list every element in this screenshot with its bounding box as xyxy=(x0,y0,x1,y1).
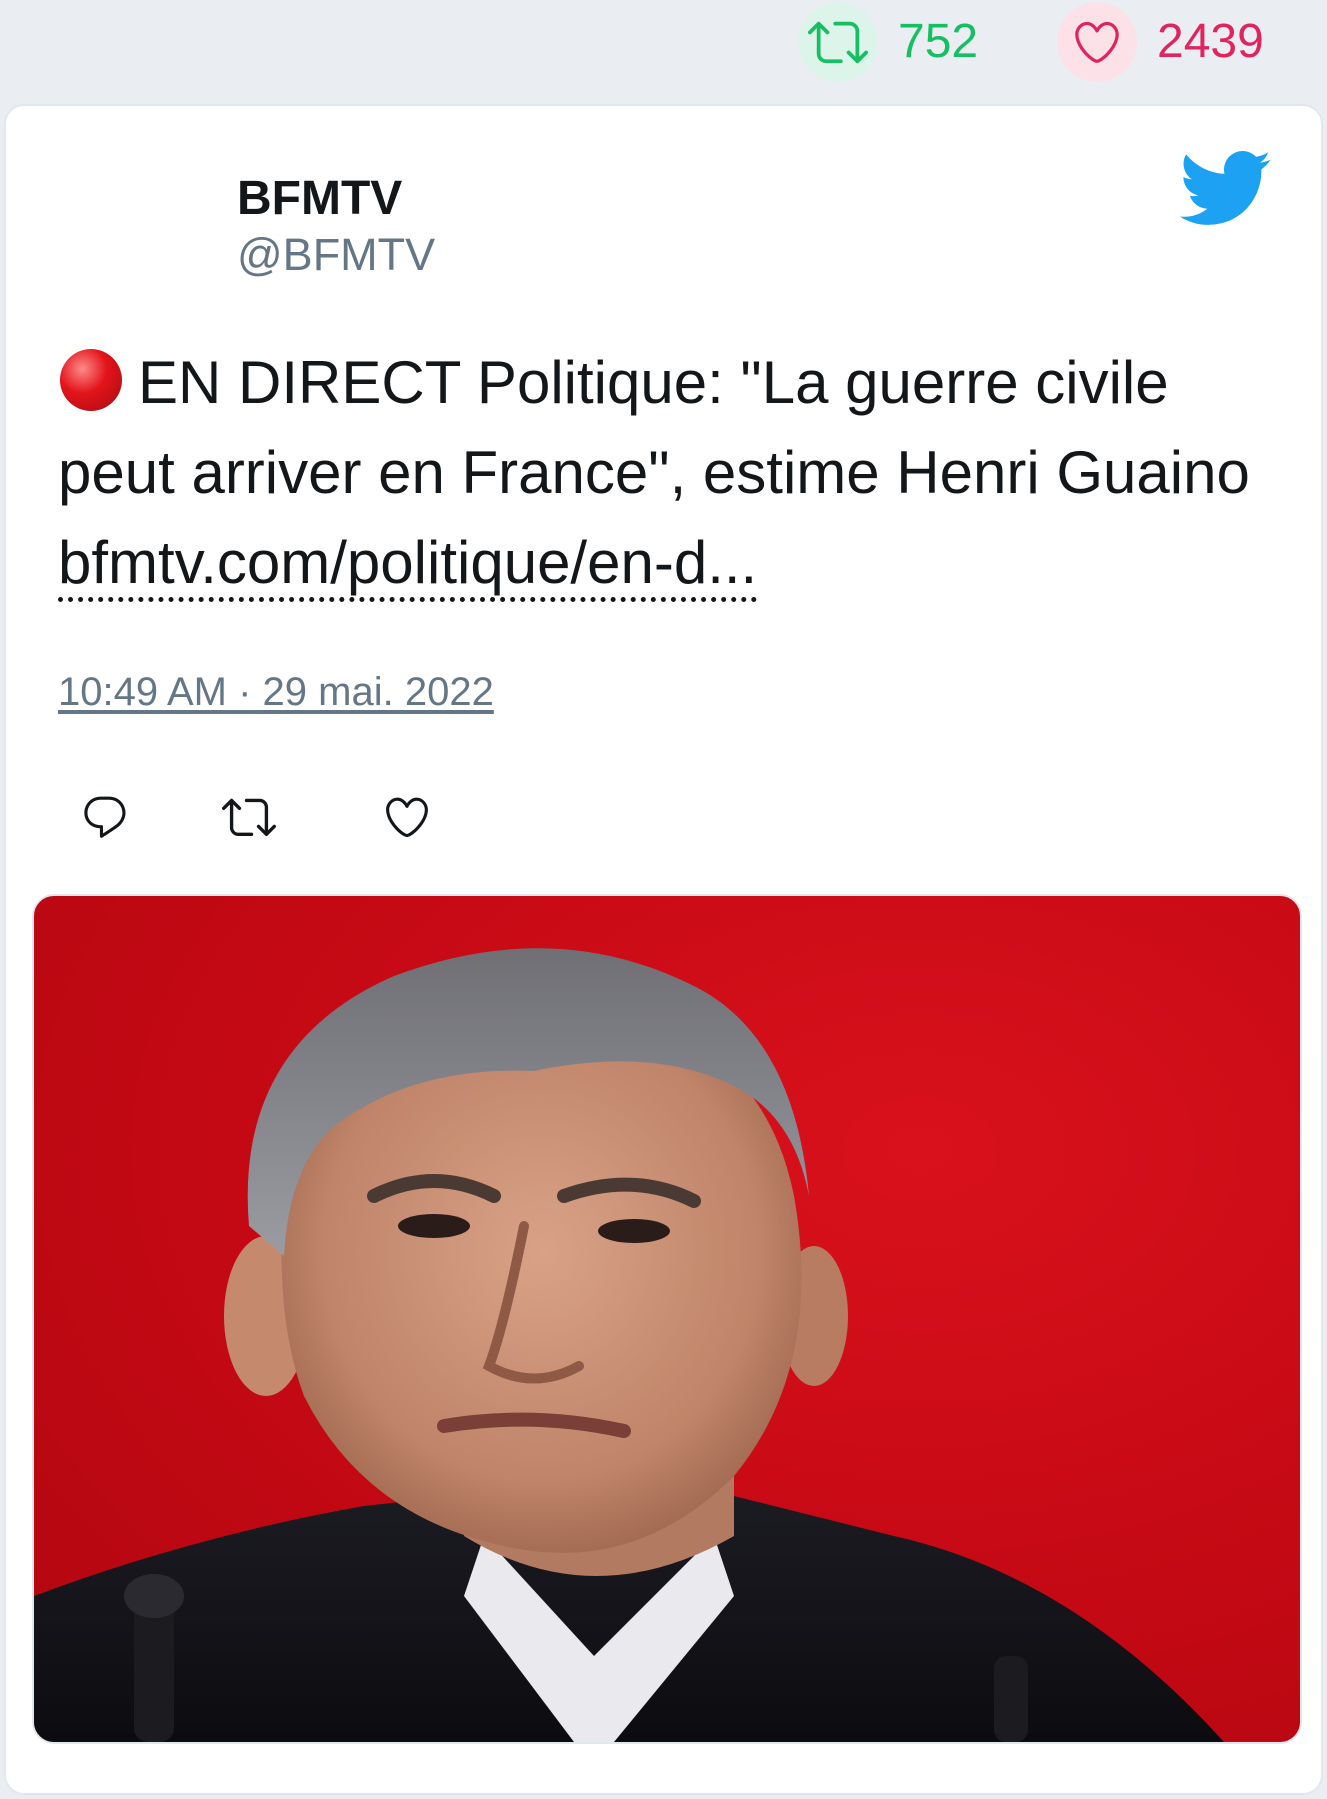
like-count: 2439 xyxy=(1157,15,1264,68)
retweet-icon[interactable] xyxy=(798,2,878,82)
retweet-icon[interactable] xyxy=(222,790,276,844)
red-circle-icon xyxy=(60,349,122,411)
retweet-count: 752 xyxy=(898,15,979,68)
tweet-link[interactable]: bfmtv.com/politique/en-d... xyxy=(58,529,758,602)
tweet-media-image[interactable] xyxy=(32,894,1302,1744)
like-icon[interactable] xyxy=(380,790,434,844)
reply-icon[interactable] xyxy=(78,790,132,844)
engagement-counters: 752 2439 xyxy=(0,0,1327,88)
tweet-body: EN DIRECT Politique: "La guerre civile p… xyxy=(58,349,1250,506)
twitter-bird-icon[interactable] xyxy=(1176,148,1272,228)
heart-icon[interactable] xyxy=(1057,2,1137,82)
portrait-illustration xyxy=(34,948,1224,1742)
author-handle[interactable]: @BFMTV xyxy=(237,228,435,282)
retweet-counter[interactable]: 752 xyxy=(798,2,978,82)
tweet-timestamp[interactable]: 10:49 AM · 29 mai. 2022 xyxy=(58,668,494,716)
tweet-text: EN DIRECT Politique: "La guerre civile p… xyxy=(58,338,1288,608)
tweet-card[interactable]: BFMTV @BFMTV EN DIRECT Politique: "La gu… xyxy=(4,104,1323,1795)
like-counter[interactable]: 2439 xyxy=(1057,2,1264,82)
author-name[interactable]: BFMTV xyxy=(237,170,402,228)
